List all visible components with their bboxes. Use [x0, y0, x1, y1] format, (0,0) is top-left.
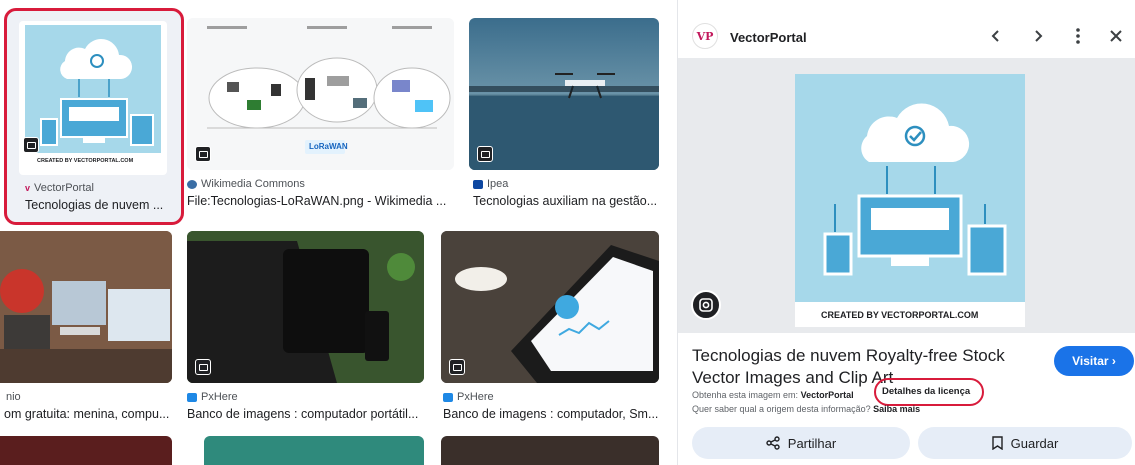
source-name: PxHere: [201, 391, 238, 403]
result-card-pxhere-tablet[interactable]: PxHere Banco de imagens : computador, Sm…: [441, 231, 659, 431]
result-title[interactable]: Tecnologias auxiliam na gestão...: [473, 194, 659, 208]
vectorportal-favicon: v: [25, 183, 31, 193]
result-thumbnail[interactable]: LoRaWAN: [187, 18, 454, 170]
laptop-tablet-photo: [187, 231, 424, 383]
image-icon: [449, 359, 465, 375]
result-thumbnail[interactable]: [469, 18, 659, 170]
source-name: Ipea: [487, 178, 509, 190]
save-button[interactable]: Guardar: [918, 427, 1132, 459]
result-title[interactable]: Banco de imagens : computador portátil..…: [187, 407, 424, 421]
result-thumbnail[interactable]: CREATED BY VECTORPORTAL.COM: [19, 21, 167, 175]
result-source: Ipea: [473, 178, 508, 190]
result-card-partial[interactable]: nio om gratuita: menina, compu...: [0, 231, 175, 431]
result-thumbnail[interactable]: [441, 231, 659, 383]
source-name: Wikimedia Commons: [201, 178, 305, 190]
result-thumbnail[interactable]: [187, 231, 424, 383]
chevron-left-icon[interactable]: [982, 22, 1010, 50]
result-card-wikimedia[interactable]: LoRaWAN Wikimedia Commons File:Tecnologi…: [187, 18, 454, 218]
result-card-ipea[interactable]: Ipea Tecnologias auxiliam na gestão...: [469, 18, 659, 218]
bookmark-icon: [991, 436, 1003, 450]
result-title[interactable]: File:Tecnologias-LoRaWAN.png - Wikimedia…: [187, 194, 449, 208]
preview-credit-text: CREATED BY VECTORPORTAL.COM: [821, 310, 979, 320]
preview-image[interactable]: CREATED BY VECTORPORTAL.COM: [795, 74, 1025, 327]
result-source: nio: [6, 391, 21, 403]
result-card-pxhere-laptop[interactable]: PxHere Banco de imagens : computador por…: [187, 231, 424, 431]
result-card-vectorportal[interactable]: CREATED BY VECTORPORTAL.COM v VectorPort…: [4, 8, 184, 225]
image-icon: [195, 359, 211, 375]
image-preview-panel: VP VectorPortal CREATED BY VECTORPORTAL.…: [677, 0, 1135, 465]
visit-button[interactable]: Visitar ›: [1054, 346, 1134, 376]
image-icon: [195, 146, 211, 162]
license-details-link[interactable]: Detalhes da licença: [882, 386, 970, 397]
image-source-line: Obtenha esta imagem em: VectorPortal: [692, 390, 854, 400]
cloud-computing-illustration: [25, 25, 161, 153]
result-title[interactable]: Tecnologias de nuvem ...: [25, 198, 175, 212]
result-source: PxHere: [187, 391, 238, 403]
save-label: Guardar: [1010, 435, 1059, 451]
vectorportal-logo[interactable]: VP: [692, 23, 718, 49]
share-label: Partilhar: [787, 435, 837, 451]
wikimedia-favicon: [187, 179, 197, 189]
result-source: PxHere: [443, 391, 494, 403]
origin-question: Quer saber qual a origem desta informaçã…: [692, 404, 871, 414]
lorawan-logo-text: LoRaWAN: [309, 142, 348, 151]
result-thumbnail-row3[interactable]: [0, 436, 172, 465]
image-search-page: CREATED BY VECTORPORTAL.COM v VectorPort…: [0, 0, 1135, 465]
tablet-dashboard-photo: [441, 231, 659, 383]
result-thumbnail-row3[interactable]: [441, 436, 659, 465]
girl-at-computer-photo: [0, 231, 172, 383]
result-thumbnail-row3[interactable]: [204, 436, 424, 465]
preview-image-area: CREATED BY VECTORPORTAL.COM: [678, 58, 1135, 333]
result-title[interactable]: om gratuita: menina, compu...: [4, 407, 174, 421]
ipea-favicon: [473, 179, 483, 189]
pxhere-favicon: [443, 392, 453, 402]
close-icon[interactable]: [1102, 22, 1130, 50]
learn-more-link[interactable]: Saiba mais: [873, 404, 920, 414]
source-name: VectorPortal: [34, 182, 94, 194]
preview-header: VP VectorPortal: [678, 0, 1135, 58]
result-source: v VectorPortal: [25, 182, 94, 194]
image-icon: [23, 137, 39, 153]
share-icon: [766, 436, 780, 450]
drone-photo: [469, 73, 659, 170]
more-vert-icon[interactable]: [1064, 22, 1092, 50]
chevron-right-icon[interactable]: [1024, 22, 1052, 50]
origin-info-line: Quer saber qual a origem desta informaçã…: [692, 404, 920, 414]
pxhere-favicon: [187, 392, 197, 402]
site-name[interactable]: VectorPortal: [730, 30, 807, 45]
image-icon: [477, 146, 493, 162]
source-prefix: Obtenha esta imagem em:: [692, 390, 799, 400]
result-thumbnail[interactable]: [0, 231, 172, 383]
cloud-computing-illustration-large: [795, 74, 1025, 302]
result-source: Wikimedia Commons: [187, 178, 305, 190]
result-title[interactable]: Banco de imagens : computador, Sm...: [443, 407, 659, 421]
google-lens-icon[interactable]: [691, 290, 721, 320]
source-link[interactable]: VectorPortal: [801, 390, 854, 400]
share-button[interactable]: Partilhar: [692, 427, 910, 459]
vp-credit-text: CREATED BY VECTORPORTAL.COM: [37, 158, 134, 164]
source-name: PxHere: [457, 391, 494, 403]
